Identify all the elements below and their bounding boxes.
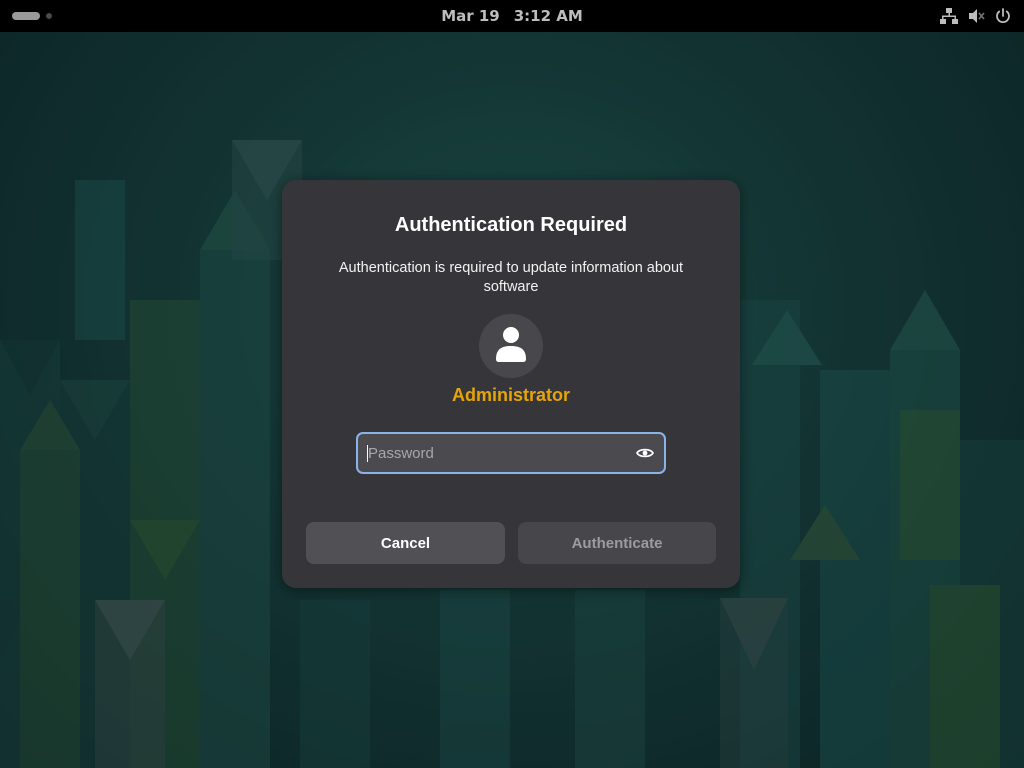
network-wired-icon xyxy=(940,7,958,25)
eye-icon[interactable] xyxy=(636,445,654,461)
dialog-message: Authentication is required to update inf… xyxy=(338,260,684,295)
clock-time: 3:12 AM xyxy=(513,7,583,25)
username-label: Administrator xyxy=(451,385,570,405)
auth-dialog: Authentication Required Authentication i… xyxy=(282,180,740,588)
desktop: Mar 19 3:12 AM Authentication Required A… xyxy=(0,0,1024,768)
date-time-button[interactable]: Mar 19 3:12 AM xyxy=(433,3,591,29)
password-input[interactable] xyxy=(358,434,628,472)
workspace-indicator-inactive xyxy=(46,13,52,19)
password-field[interactable] xyxy=(356,432,666,474)
workspace-indicator-active xyxy=(12,12,40,20)
dialog-title: Authentication Required xyxy=(394,214,628,236)
power-icon xyxy=(994,7,1012,25)
user-avatar xyxy=(479,314,543,378)
clock-area: Mar 19 3:12 AM xyxy=(0,0,1024,32)
top-bar: Mar 19 3:12 AM xyxy=(0,0,1024,32)
authenticate-button[interactable]: Authenticate xyxy=(518,522,716,564)
system-tray[interactable] xyxy=(931,7,1012,25)
cancel-button[interactable]: Cancel xyxy=(306,522,505,564)
volume-muted-icon xyxy=(967,7,985,25)
activities-button[interactable] xyxy=(12,9,62,23)
clock-date: Mar 19 xyxy=(441,7,500,25)
text-caret xyxy=(367,445,368,462)
user-icon xyxy=(495,326,527,366)
